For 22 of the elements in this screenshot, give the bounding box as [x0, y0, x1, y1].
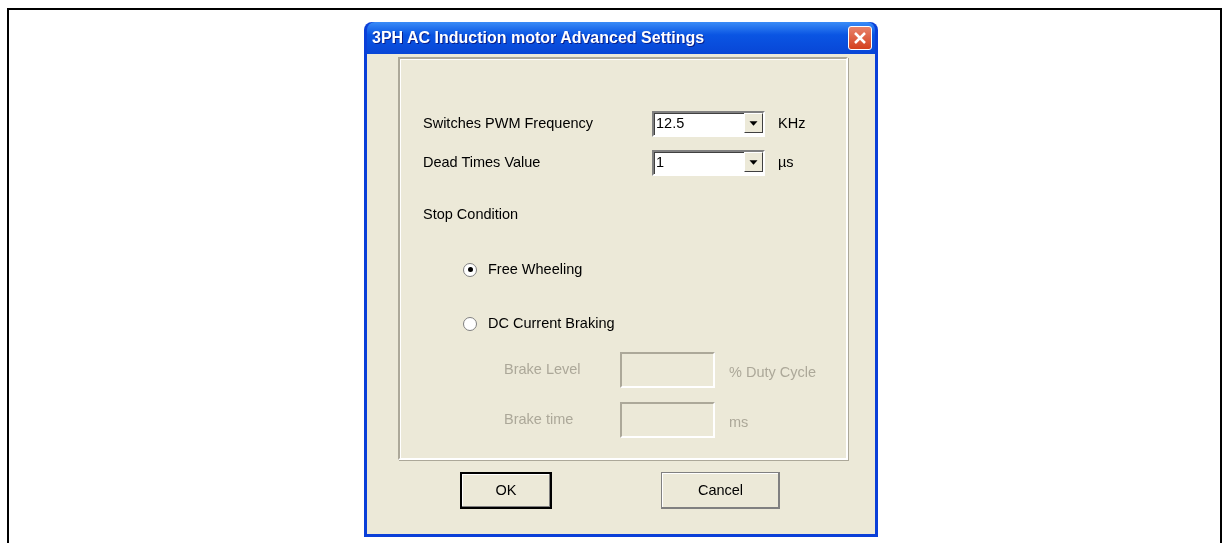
- unit-label: ms: [729, 412, 749, 432]
- dropdown-field[interactable]: 1: [652, 150, 765, 176]
- field-label: Brake time: [504, 409, 575, 429]
- caret-icon: [744, 113, 763, 133]
- radio-label: Free Wheeling: [488, 259, 583, 279]
- caret-icon: [744, 152, 763, 172]
- cancel-button[interactable]: Cancel: [661, 472, 780, 509]
- radio-label: DC Current Braking: [488, 313, 615, 333]
- radio-button[interactable]: [463, 316, 477, 331]
- unit-label: µs: [778, 153, 794, 173]
- field-label: Brake Level: [504, 359, 582, 379]
- close-button[interactable]: [848, 26, 872, 50]
- field-label: Switches PWM Frequency: [423, 114, 595, 134]
- radio-button[interactable]: [463, 262, 477, 277]
- unit-label: % Duty Cycle: [729, 362, 817, 382]
- close-icon: [853, 31, 867, 45]
- section-label: Stop Condition: [423, 205, 520, 224]
- window-title: 3PH AC Induction motor Advanced Settings: [372, 28, 705, 48]
- unit-label: KHz: [778, 114, 806, 134]
- dropdown-field[interactable]: 12.5: [652, 111, 765, 137]
- ok-button[interactable]: OK: [460, 472, 552, 509]
- field-label: Dead Times Value: [423, 153, 542, 173]
